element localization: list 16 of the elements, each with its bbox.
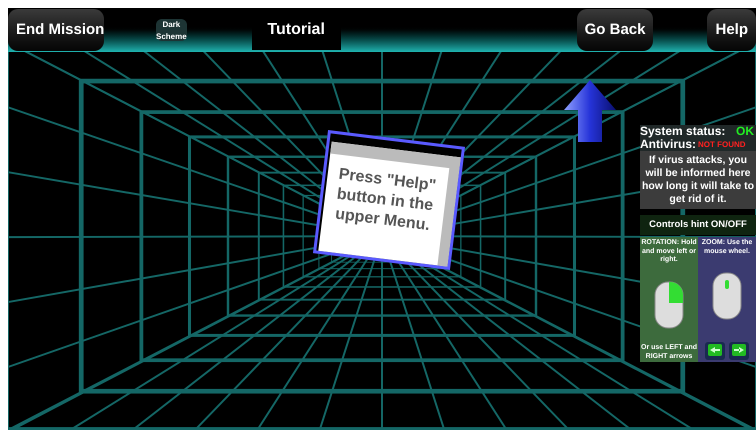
go-back-button[interactable]: Go Back (576, 9, 654, 51)
up-arrow-icon (564, 80, 616, 142)
virus-info-text: If virus attacks, you will be informed here how long it will take to get rid of it. (640, 151, 756, 209)
mouse-icon (712, 272, 742, 320)
end-mission-button[interactable]: End Mission (8, 9, 104, 51)
help-button[interactable]: Help (707, 9, 756, 51)
antivirus-value: NOT FOUND (698, 139, 746, 151)
mouse-icon (654, 280, 684, 329)
scheme-dropdown[interactable]: Dark Scheme (156, 19, 187, 41)
system-status-value: OK (736, 125, 755, 138)
controls-hint-toggle[interactable]: Controls hint ON/OFF (640, 215, 756, 236)
card-text: Press "Help" button in the upper Menu. (318, 142, 461, 267)
right-arrow-key-icon (729, 342, 749, 360)
left-arrow-key-icon (705, 342, 725, 360)
antivirus-label: Antivirus: (640, 138, 696, 151)
system-status-label: System status: (640, 125, 726, 138)
